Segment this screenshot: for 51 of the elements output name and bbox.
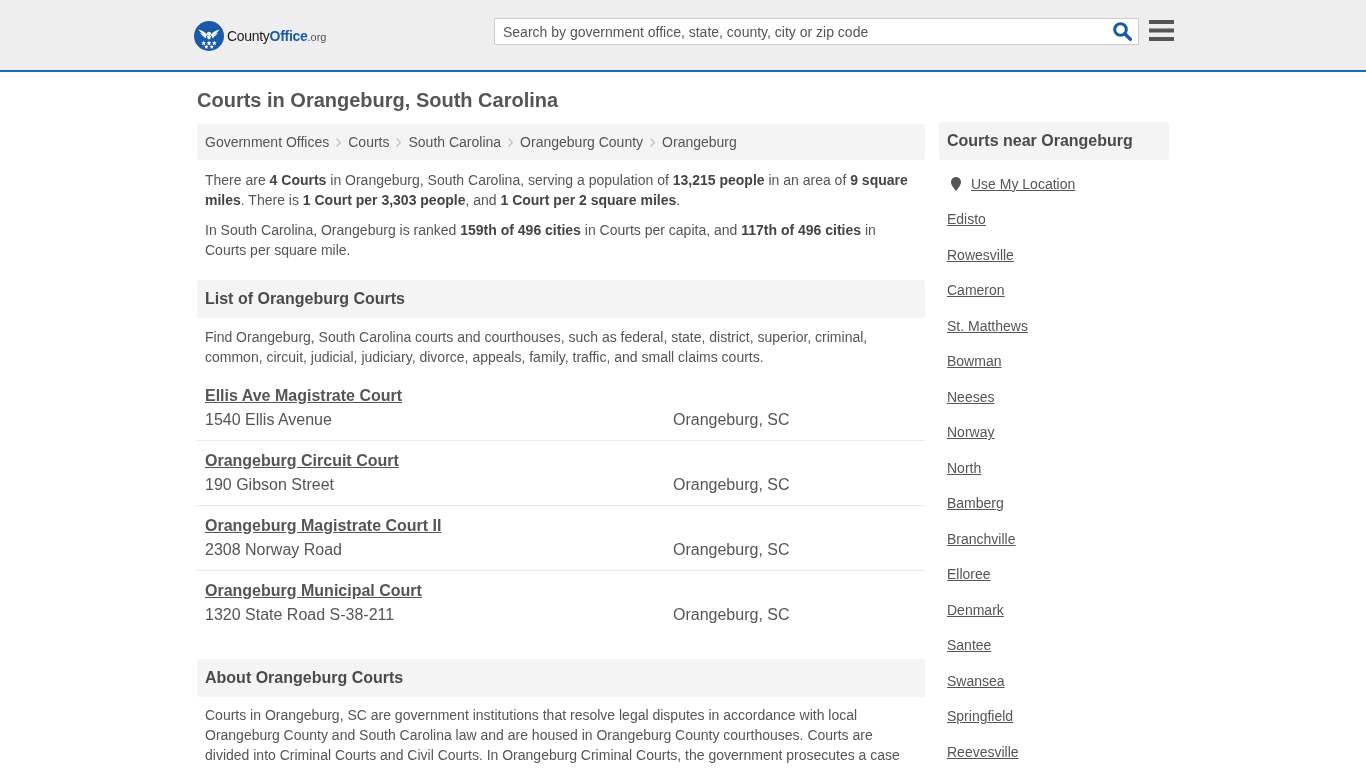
court-address: 1540 Ellis Avenue <box>205 410 333 430</box>
chevron-icon <box>336 137 342 147</box>
breadcrumb-link[interactable]: Government Offices <box>205 132 330 152</box>
chevron-icon <box>508 137 514 147</box>
court-city: Orangeburg, SC <box>673 540 791 560</box>
court-city: Orangeburg, SC <box>673 605 791 625</box>
breadcrumb-link[interactable]: South Carolina <box>408 132 502 152</box>
chevron-icon <box>650 137 656 147</box>
city-link[interactable]: Neeses <box>947 386 995 407</box>
logo-link[interactable]: CountyOffice.org <box>194 20 327 52</box>
court-name-link[interactable]: Orangeburg Circuit Court <box>205 449 399 473</box>
section-heading: List of Orangeburg Courts <box>197 280 925 318</box>
eagle-emblem-icon <box>194 21 224 51</box>
about-text: Courts in Orangeburg, SC are government institutions that resolve legal disputes in accordance with local Orangeburg County and South Carolina law and are housed in Orangeburg County courthouses. Courts are divided into Criminal Courts and Civil Courts. In Orangeburg Criminal Courts, the government prosecutes a case <box>204 706 901 765</box>
city-link[interactable]: Santee <box>947 635 992 656</box>
menu-icon <box>1149 20 1174 41</box>
chevron-icon <box>396 137 402 147</box>
city-link[interactable]: Cameron <box>947 280 1005 301</box>
court-address: 190 Gibson Street <box>205 475 335 495</box>
city-link[interactable]: North <box>947 457 982 478</box>
city-link[interactable]: Bowman <box>947 351 1002 372</box>
court-name-link[interactable]: Orangeburg Municipal Court <box>205 579 422 603</box>
city-link[interactable]: Springfield <box>947 706 1014 727</box>
court-name-link[interactable]: Orangeburg Magistrate Court II <box>205 514 442 538</box>
section-description: Find Orangeburg, South Carolina courts and courthouses, such as federal, state, district, superior, criminal, common, circuit, judicial, judiciary, divorce, appeals, family, traffic, and small claims courts. <box>204 328 869 367</box>
city-link[interactable]: Reevesville <box>947 741 1019 762</box>
court-city: Orangeburg, SC <box>673 475 791 495</box>
section-heading: About Orangeburg Courts <box>197 659 925 697</box>
city-link[interactable]: Elloree <box>947 564 991 585</box>
city-link[interactable]: Denmark <box>947 599 1004 620</box>
city-link[interactable]: St. Matthews <box>947 315 1028 336</box>
city-link[interactable]: Swansea <box>947 670 1005 691</box>
summary-text: In South Carolina, Orangeburg is ranked 159th of 496 cities in Courts per capita, and 117th of 496 cities in Courts per square mile. <box>204 221 877 260</box>
map-marker-icon <box>951 176 961 191</box>
court-address: 1320 State Road S-38-211 <box>205 605 396 625</box>
page-title: Courts in Orangeburg, South Carolina <box>197 88 560 113</box>
city-link[interactable]: Branchville <box>947 528 1016 549</box>
city-link[interactable]: Edisto <box>947 209 986 230</box>
court-city: Orangeburg, SC <box>673 410 791 430</box>
city-link[interactable]: Rowesville <box>947 244 1014 265</box>
menu-button[interactable] <box>1149 20 1174 41</box>
breadcrumb-link[interactable]: Orangeburg <box>662 132 737 152</box>
court-address: 2308 Norway Road <box>205 540 343 560</box>
breadcrumb-link[interactable]: Courts <box>348 132 390 152</box>
city-link[interactable]: Norway <box>947 422 995 443</box>
city-link[interactable]: Bamberg <box>947 493 1004 514</box>
summary-text: There are 4 Courts in Orangeburg, South Carolina, serving a population of 13,215 people in an area of 9 square miles. There is 1 Court per 3,303 people, and 1 Court per 2 square miles. <box>204 171 909 210</box>
sidebar-heading: Courts near Orangeburg <box>939 122 1169 160</box>
breadcrumb-link[interactable]: Orangeburg County <box>520 132 644 152</box>
court-name-link[interactable]: Ellis Ave Magistrate Court <box>205 384 403 408</box>
location-link[interactable]: Use My Location <box>971 173 1076 194</box>
